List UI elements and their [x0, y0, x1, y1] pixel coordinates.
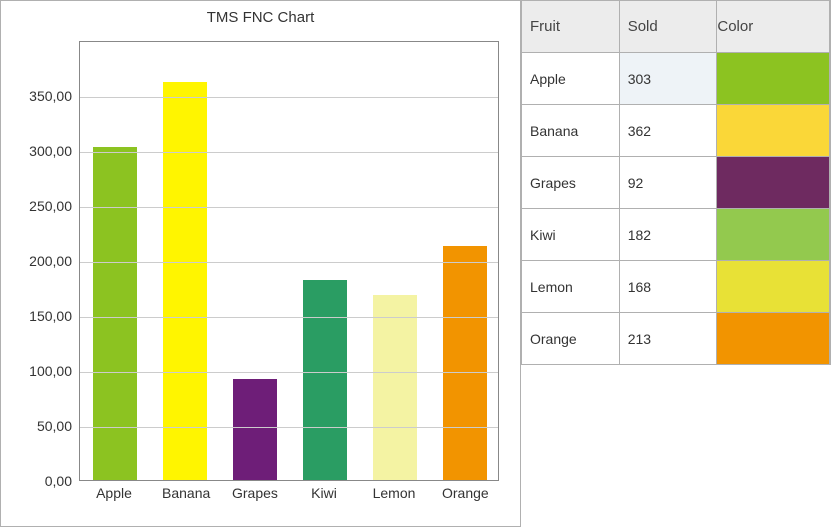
- y-tick-label: 50,00: [12, 418, 72, 434]
- table-row[interactable]: Lemon168: [522, 261, 831, 313]
- table-row[interactable]: Orange213: [522, 313, 831, 365]
- gridline: [80, 152, 498, 153]
- cell-fruit[interactable]: Orange: [522, 313, 620, 365]
- color-swatch: [717, 209, 829, 260]
- cell-sold[interactable]: 303: [619, 53, 717, 105]
- x-tick-label: Orange: [442, 485, 486, 501]
- bar-apple[interactable]: [93, 147, 137, 480]
- color-swatch: [717, 105, 829, 156]
- color-swatch: [717, 261, 829, 312]
- x-tick-label: Apple: [92, 485, 136, 501]
- gridline: [80, 427, 498, 428]
- data-table[interactable]: Fruit Sold Color Apple303Banana362Grapes…: [521, 0, 831, 365]
- cell-color[interactable]: [717, 313, 830, 365]
- y-tick-label: 200,00: [12, 253, 72, 269]
- y-tick-label: 100,00: [12, 363, 72, 379]
- cell-fruit[interactable]: Lemon: [522, 261, 620, 313]
- header-fruit[interactable]: Fruit: [522, 1, 620, 53]
- plot-area: [79, 41, 499, 481]
- y-tick-label: 150,00: [12, 308, 72, 324]
- color-swatch: [717, 313, 829, 364]
- table-row[interactable]: Grapes92: [522, 157, 831, 209]
- y-tick-label: 0,00: [12, 473, 72, 489]
- cell-color[interactable]: [717, 261, 830, 313]
- cell-fruit[interactable]: Grapes: [522, 157, 620, 209]
- cell-sold[interactable]: 92: [619, 157, 717, 209]
- y-tick-label: 250,00: [12, 198, 72, 214]
- cell-fruit[interactable]: Kiwi: [522, 209, 620, 261]
- cell-fruit[interactable]: Banana: [522, 105, 620, 157]
- y-tick-label: 350,00: [12, 88, 72, 104]
- bar-kiwi[interactable]: [303, 280, 347, 480]
- table-row[interactable]: Kiwi182: [522, 209, 831, 261]
- table-row[interactable]: Apple303: [522, 53, 831, 105]
- header-color[interactable]: Color: [717, 1, 830, 53]
- cell-sold[interactable]: 213: [619, 313, 717, 365]
- y-tick-label: 300,00: [12, 143, 72, 159]
- cell-fruit[interactable]: Apple: [522, 53, 620, 105]
- cell-color[interactable]: [717, 209, 830, 261]
- x-tick-label: Grapes: [232, 485, 276, 501]
- header-sold[interactable]: Sold: [619, 1, 717, 53]
- bar-orange[interactable]: [443, 246, 487, 480]
- bar-lemon[interactable]: [373, 295, 417, 480]
- table-panel: Fruit Sold Color Apple303Banana362Grapes…: [521, 0, 831, 527]
- chart-title: TMS FNC Chart: [1, 1, 520, 32]
- x-tick-label: Lemon: [372, 485, 416, 501]
- cell-sold[interactable]: 168: [619, 261, 717, 313]
- table-row[interactable]: Banana362: [522, 105, 831, 157]
- bar-banana[interactable]: [163, 82, 207, 480]
- x-tick-label: Banana: [162, 485, 206, 501]
- table-header-row: Fruit Sold Color: [522, 1, 831, 53]
- cell-color[interactable]: [717, 53, 830, 105]
- gridline: [80, 97, 498, 98]
- gridline: [80, 207, 498, 208]
- color-swatch: [717, 157, 829, 208]
- cell-color[interactable]: [717, 157, 830, 209]
- gridline: [80, 317, 498, 318]
- bar-grapes[interactable]: [233, 379, 277, 480]
- color-swatch: [717, 53, 829, 104]
- gridline: [80, 262, 498, 263]
- gridline: [80, 372, 498, 373]
- cell-color[interactable]: [717, 105, 830, 157]
- bars-container: [80, 42, 498, 480]
- cell-sold[interactable]: 182: [619, 209, 717, 261]
- chart-panel: TMS FNC Chart 0,00 50,00 100,00 150,00 200,0…: [0, 0, 521, 527]
- table-body: Apple303Banana362Grapes92Kiwi182Lemon168…: [522, 53, 831, 365]
- x-tick-label: Kiwi: [302, 485, 346, 501]
- cell-sold[interactable]: 362: [619, 105, 717, 157]
